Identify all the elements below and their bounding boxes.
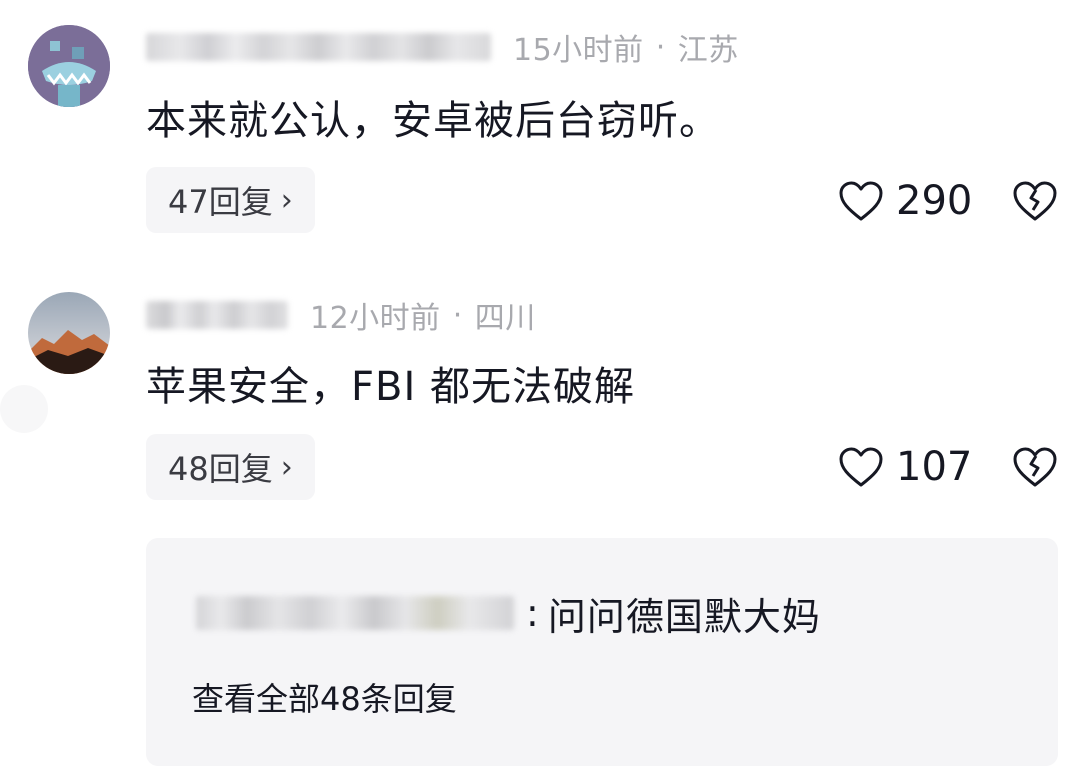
broken-heart-icon[interactable] — [1012, 444, 1058, 490]
timestamp: 12小时前 — [310, 301, 441, 336]
replies-label: 48回复 — [168, 450, 273, 488]
mountain-sunset-avatar-icon — [28, 292, 110, 374]
comment-text: 苹果安全，FBI 都无法破解 — [146, 364, 635, 410]
reply-separator: : — [526, 591, 540, 635]
avatar[interactable] — [28, 292, 110, 374]
replies-button[interactable]: 48回复 › — [146, 434, 315, 500]
view-all-replies-link[interactable]: 查看全部48条回复 — [192, 674, 457, 720]
comment-meta: 12小时前 · 四川 — [146, 295, 536, 336]
reply-author-blurred[interactable] — [196, 596, 514, 630]
heart-icon — [839, 447, 883, 487]
like-count: 107 — [896, 444, 973, 490]
username-blurred[interactable] — [146, 301, 288, 329]
location: 四川 — [474, 301, 536, 336]
meta-separator: · — [452, 297, 463, 333]
comment-list: 15小时前 · 江苏 本来就公认，安卓被后台窃听。 47回复 › 290 12小… — [0, 0, 1080, 771]
like-button[interactable]: 107 — [838, 442, 972, 492]
sub-reply: : 问问德国默大妈 — [196, 590, 821, 639]
reply-text: 问问德国默大妈 — [547, 594, 821, 639]
chevron-right-icon: › — [280, 449, 293, 485]
reply-preview[interactable]: : 问问德国默大妈 查看全部48条回复 — [146, 538, 1058, 766]
comment-item: 12小时前 · 四川 苹果安全，FBI 都无法破解 48回复 › 107 — [0, 0, 1080, 520]
side-indicator — [0, 385, 48, 433]
